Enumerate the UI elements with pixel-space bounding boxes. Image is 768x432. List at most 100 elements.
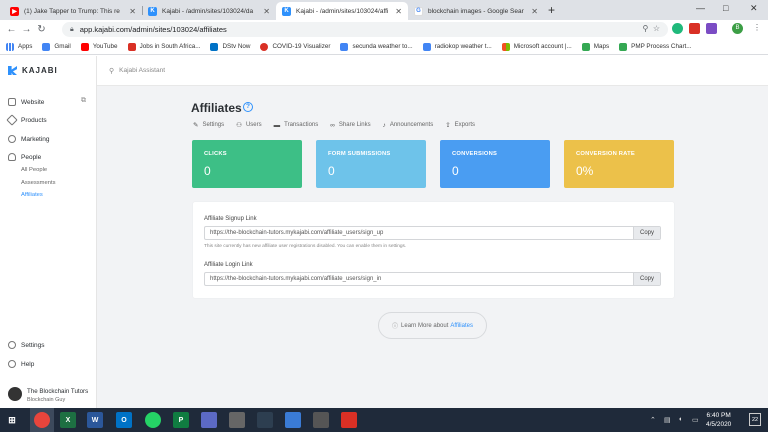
volume-icon[interactable]: ◖: [678, 416, 682, 423]
assistant-placeholder: Kajabi Assistant: [119, 67, 166, 74]
kajabi-logo[interactable]: KAJABI: [8, 66, 58, 75]
close-window-button[interactable]: ✕: [750, 3, 758, 14]
windows-start-icon[interactable]: ⊞: [4, 412, 20, 428]
subnav-announcements[interactable]: ♪ Announcements: [383, 121, 434, 129]
bookmark-pmp[interactable]: PMP Process Chart...: [619, 42, 692, 51]
bookmark-covid[interactable]: COVID-19 Visualizer: [260, 42, 330, 51]
bookmark-microsoft[interactable]: Microsoft account |...: [501, 42, 572, 51]
sidebar: KAJABI Website ⧉ Products Marketing Peop…: [0, 56, 97, 408]
new-tab-button[interactable]: +: [548, 3, 555, 17]
grammarly-extension-icon[interactable]: [672, 23, 683, 34]
close-icon[interactable]: ✕: [395, 7, 402, 16]
close-icon[interactable]: ✕: [531, 7, 538, 16]
minimize-button[interactable]: —: [696, 3, 705, 13]
chrome-icon[interactable]: [34, 412, 50, 428]
bookmark-radiokop-weather[interactable]: radiokop weather t...: [422, 42, 492, 51]
tray-up-arrow-icon[interactable]: ⌃: [650, 416, 656, 424]
sidebar-item-marketing[interactable]: Marketing: [8, 135, 50, 143]
notification-center-icon[interactable]: 22: [749, 413, 761, 426]
bookmark-label: radiokop weather t...: [434, 43, 492, 50]
subnav-settings[interactable]: ✎ Settings: [193, 121, 224, 129]
bookmark-site-icon: [127, 42, 136, 51]
profile-avatar[interactable]: B: [732, 23, 743, 34]
menu-dots-icon[interactable]: ⋮: [753, 23, 761, 32]
subnav-share-links[interactable]: ∞ Share Links: [330, 121, 370, 129]
network-icon[interactable]: ▤: [664, 416, 671, 424]
sidebar-subitem-all-people[interactable]: All People: [21, 167, 47, 173]
extension-icon[interactable]: [706, 23, 717, 34]
external-link-icon[interactable]: ⧉: [81, 97, 86, 105]
subnav-users[interactable]: ⚇ Users: [236, 121, 262, 129]
kajabi-assistant-bar[interactable]: ⚲ Kajabi Assistant: [97, 56, 768, 86]
search-icon[interactable]: ⚲: [643, 24, 649, 33]
star-icon[interactable]: ☆: [653, 24, 660, 33]
bookmark-dstv[interactable]: DStv Now: [210, 42, 250, 51]
pencil-icon: ✎: [193, 122, 199, 129]
learn-more-button[interactable]: ⓘ Learn More about Affiliates: [378, 312, 487, 339]
project-icon[interactable]: P: [173, 412, 189, 428]
megaphone-icon: [8, 135, 16, 143]
tag-icon: [6, 114, 18, 126]
sidebar-item-products[interactable]: Products: [6, 114, 47, 126]
copy-login-button[interactable]: Copy: [633, 273, 660, 285]
back-arrow-icon[interactable]: ←: [4, 24, 19, 35]
whatsapp-icon[interactable]: [145, 412, 161, 428]
stat-value: 0: [452, 164, 459, 178]
close-icon[interactable]: ✕: [129, 7, 136, 16]
extension-icon[interactable]: [689, 23, 700, 34]
forward-arrow-icon[interactable]: →: [19, 24, 34, 35]
sidebar-item-website[interactable]: Website: [8, 98, 44, 106]
bell-icon: ♪: [382, 121, 386, 129]
youtube-icon: [80, 42, 89, 51]
tab-youtube[interactable]: ▶ (1) Jake Tapper to Trump: This re ✕: [4, 2, 142, 20]
signup-link-field[interactable]: https://the-blockchain-tutors.mykajabi.c…: [204, 226, 661, 240]
sidebar-subitem-assessments[interactable]: Assessments: [21, 180, 55, 186]
avatar[interactable]: [8, 387, 22, 401]
google-icon: G: [414, 6, 423, 16]
calculator-icon[interactable]: [229, 412, 245, 428]
copy-signup-button[interactable]: Copy: [633, 227, 660, 239]
tab-kajabi-dashboard[interactable]: K Kajabi - /admin/sites/103024/da ✕: [142, 2, 276, 20]
reload-icon[interactable]: ↻: [34, 24, 49, 35]
user-name[interactable]: The Blockchain Tutors: [27, 388, 88, 395]
subnav-transactions[interactable]: ▬ Transactions: [274, 121, 319, 129]
sidebar-item-people[interactable]: People: [8, 153, 41, 161]
bookmark-apps[interactable]: Apps: [6, 42, 32, 51]
monitor-app-icon[interactable]: [285, 412, 301, 428]
sidebar-item-help[interactable]: Help: [8, 360, 34, 368]
stat-label: FORM SUBMISSIONS: [328, 151, 391, 157]
search-icon: ⚲: [109, 67, 115, 75]
word-icon[interactable]: W: [87, 412, 103, 428]
bookmark-gmail[interactable]: Gmail: [42, 42, 71, 51]
app-icon[interactable]: [313, 412, 329, 428]
bookmark-secunda-weather[interactable]: secunda weather to...: [340, 42, 413, 51]
file-explorer-icon[interactable]: [257, 412, 273, 428]
sidebar-item-settings[interactable]: Settings: [8, 341, 45, 349]
bookmark-maps[interactable]: Maps: [581, 42, 609, 51]
help-icon[interactable]: ?: [243, 102, 253, 112]
maximize-button[interactable]: □: [723, 3, 728, 13]
tab-kajabi-affiliates[interactable]: K Kajabi - /admin/sites/103024/affi ✕: [276, 2, 408, 20]
address-bar[interactable]: 🔒︎ app.kajabi.com/admin/sites/103024/aff…: [62, 22, 668, 37]
outlook-icon[interactable]: O: [116, 412, 132, 428]
acrobat-icon[interactable]: [341, 412, 357, 428]
monitor-icon: [8, 98, 16, 106]
subnav-exports[interactable]: ⇪ Exports: [445, 121, 475, 129]
stat-card-form-submissions: FORM SUBMISSIONS 0: [316, 140, 426, 188]
bookmark-youtube[interactable]: YouTube: [80, 42, 118, 51]
close-icon[interactable]: ✕: [263, 7, 270, 16]
bookmark-jobs[interactable]: Jobs in South Africa...: [127, 42, 200, 51]
signup-link-url[interactable]: https://the-blockchain-tutors.mykajabi.c…: [205, 227, 633, 239]
taskbar-clock[interactable]: 6:40 PM 4/5/2020: [706, 411, 731, 429]
login-link-url[interactable]: https://the-blockchain-tutors.mykajabi.c…: [205, 273, 633, 285]
language-icon[interactable]: ▭: [692, 416, 699, 424]
teams-icon[interactable]: [201, 412, 217, 428]
browser-toolbar: ← → ↻ 🔒︎ app.kajabi.com/admin/sites/1030…: [0, 20, 768, 39]
affiliates-subnav: ✎ Settings ⚇ Users ▬ Transactions ∞ Share Li…: [193, 121, 487, 130]
tab-google-search[interactable]: G blockchain images - Google Sear ✕: [408, 2, 544, 20]
sidebar-subitem-affiliates[interactable]: Affiliates: [21, 192, 43, 198]
excel-icon[interactable]: X: [60, 412, 76, 428]
dstv-icon: [210, 42, 219, 51]
learn-more-link[interactable]: Affiliates: [450, 323, 473, 329]
login-link-field[interactable]: https://the-blockchain-tutors.mykajabi.c…: [204, 272, 661, 286]
